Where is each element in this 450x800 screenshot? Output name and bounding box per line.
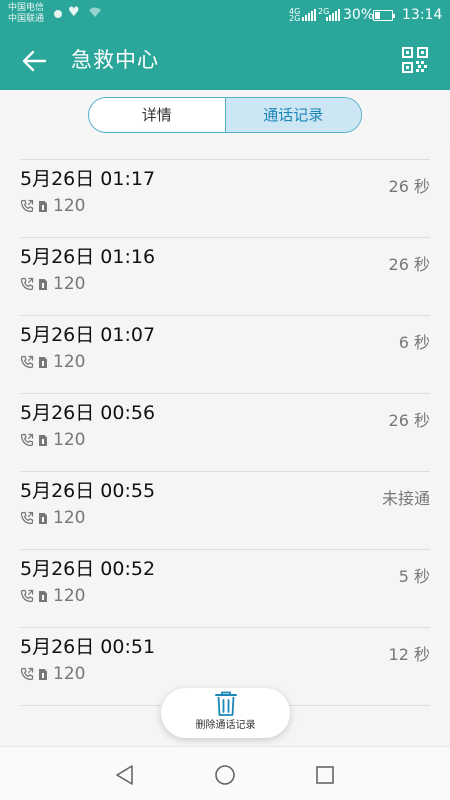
segmented-tabs: 详情 通话记录 [88, 97, 362, 133]
outgoing-call-icon [20, 433, 34, 447]
call-number: 120 [53, 274, 86, 294]
call-date: 5月26日 00:56 [20, 402, 156, 424]
call-log-row[interactable]: 5月26日 00:55 120 未接通 [0, 472, 450, 550]
call-number: 120 [53, 508, 86, 528]
nav-back-icon[interactable] [114, 764, 136, 786]
call-log-list-inner: 5月26日 01:23 120 26 秒 5月26日 01:17 [0, 140, 450, 706]
call-duration: 未接通 [381, 489, 430, 508]
outgoing-call-icon [20, 511, 34, 525]
nav-recents-icon[interactable] [315, 765, 335, 785]
tab-details[interactable]: 详情 [89, 98, 225, 132]
sim-card-icon [39, 512, 47, 524]
battery-fill [375, 12, 380, 19]
call-number: 120 [53, 664, 86, 684]
sim-card-icon [39, 590, 47, 602]
status-clock: 13:14 [402, 7, 443, 23]
system-nav-bar [0, 746, 450, 800]
call-number: 120 [53, 586, 86, 606]
call-date: 5月26日 00:51 [20, 636, 156, 658]
call-log-row[interactable]: 5月26日 00:52 120 5 秒 [0, 550, 450, 628]
call-date: 5月26日 00:55 [20, 480, 156, 502]
tabs-area: 详情 通话记录 [0, 90, 450, 140]
outgoing-call-icon [20, 667, 34, 681]
call-date: 5月26日 00:52 [20, 558, 156, 580]
call-log-row[interactable]: 5月26日 01:17 120 26 秒 [0, 160, 450, 238]
call-meta: 120 [20, 586, 85, 606]
call-meta: 120 [20, 508, 85, 528]
battery-icon [373, 10, 395, 21]
outgoing-call-icon [20, 355, 34, 369]
call-duration: 12 秒 [388, 645, 430, 664]
call-meta: 120 [20, 664, 85, 684]
call-date: 5月26日 01:16 [20, 246, 156, 268]
network-type-1: 4G 2G [289, 7, 301, 23]
nav-home-icon[interactable] [214, 764, 236, 786]
outgoing-call-icon [20, 277, 34, 291]
battery-percent: 30% [343, 7, 375, 23]
call-duration: 5 秒 [398, 567, 430, 586]
call-meta: 120 [20, 430, 85, 450]
call-log-row[interactable]: 5月26日 01:23 120 26 秒 [0, 140, 450, 160]
qr-code-icon[interactable] [402, 47, 428, 73]
signal-2-icon [326, 9, 340, 21]
call-duration: 6 秒 [398, 333, 430, 352]
carrier-labels: 中国电信 中国联通 [8, 3, 44, 25]
outgoing-call-icon [20, 589, 34, 603]
call-log-row[interactable]: 5月26日 01:16 120 26 秒 [0, 238, 450, 316]
call-number: 120 [53, 196, 86, 216]
call-meta: 120 [20, 352, 85, 372]
tab-call-log[interactable]: 通话记录 [224, 98, 361, 132]
arrow-left-icon[interactable] [20, 46, 50, 76]
call-log-row[interactable]: 5月26日 01:07 120 6 秒 [0, 316, 450, 394]
page-title: 急救中心 [71, 48, 159, 72]
call-meta: 120 [20, 196, 85, 216]
delete-call-log-label: 删除通话记录 [195, 720, 256, 731]
outgoing-call-icon [20, 199, 34, 213]
status-bar: 中国电信 中国联通 ♥ 4G 2G 2G 30% 13:14 [0, 0, 450, 30]
call-duration: 26 秒 [388, 255, 430, 274]
sim-card-icon [39, 278, 47, 290]
wifi-icon [88, 6, 102, 21]
call-number: 120 [53, 430, 86, 450]
carrier-1: 中国电信 [8, 3, 45, 13]
call-log-row[interactable]: 5月26日 00:56 120 26 秒 [0, 394, 450, 472]
call-meta: 120 [20, 274, 85, 294]
delete-call-log-button[interactable]: 删除通话记录 [161, 688, 290, 738]
call-duration: 26 秒 [388, 411, 430, 430]
call-date: 5月26日 01:07 [20, 324, 156, 346]
sim-card-icon [39, 434, 47, 446]
sim-card-icon [39, 356, 47, 368]
call-date: 5月26日 01:17 [20, 168, 156, 190]
call-number: 120 [53, 352, 86, 372]
notification-dot-icon [54, 10, 62, 18]
app-bar: 急救中心 [0, 30, 450, 90]
carrier-2: 中国联通 [8, 14, 45, 24]
sim-card-icon [39, 668, 47, 680]
trash-icon [215, 691, 237, 716]
sim-card-icon [39, 200, 47, 212]
call-log-list[interactable]: 5月26日 01:23 120 26 秒 5月26日 01:17 [0, 140, 450, 746]
health-heart-icon: ♥ [68, 5, 80, 20]
call-duration: 26 秒 [388, 177, 430, 196]
signal-1-icon [302, 9, 316, 21]
